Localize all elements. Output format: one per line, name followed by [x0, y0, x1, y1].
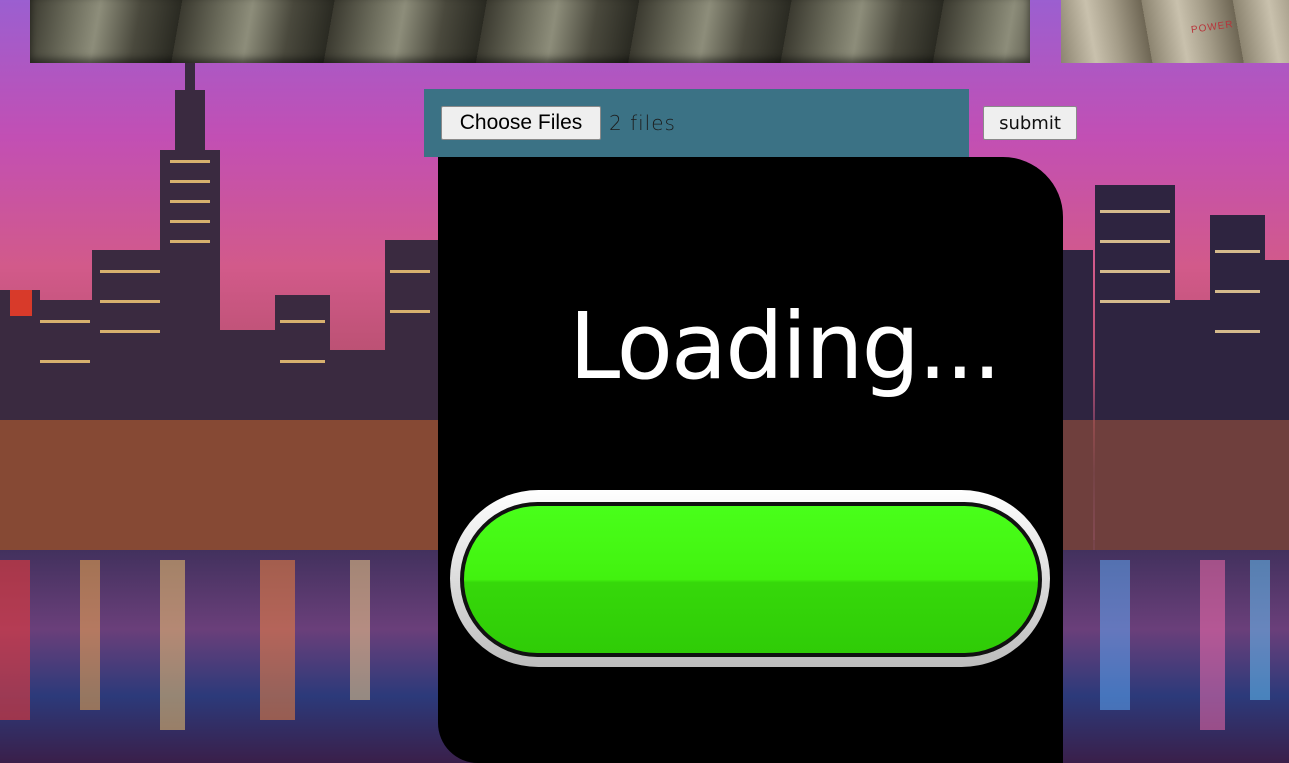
- submit-button[interactable]: submit: [983, 106, 1077, 140]
- selected-files-count: 2 files: [609, 111, 676, 135]
- top-photo-right: POWER: [1061, 0, 1289, 63]
- progress-bar-fill: [464, 506, 1038, 653]
- loading-text: Loading...: [569, 293, 1002, 400]
- top-photo-left: [30, 0, 1030, 63]
- bag-logo-text: POWER: [1190, 19, 1235, 36]
- loading-panel: Loading...: [438, 157, 1063, 763]
- choose-files-button[interactable]: Choose Files: [441, 106, 601, 140]
